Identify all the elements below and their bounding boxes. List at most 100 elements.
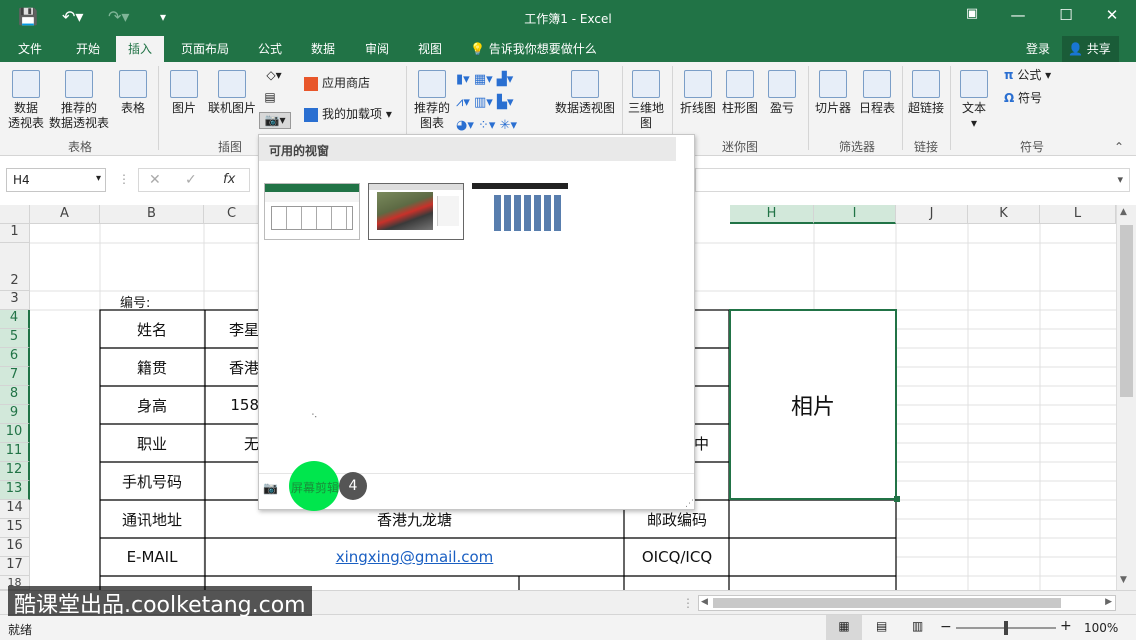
scroll-down-icon[interactable]: ▼ (1120, 575, 1127, 585)
tell-me-box[interactable]: 💡 告诉我你想要做什么 (470, 40, 597, 57)
row-header[interactable]: 1 (0, 224, 30, 243)
sparkline-column-button[interactable]: 柱形图 (720, 70, 760, 116)
row-header[interactable]: 11 (0, 443, 30, 462)
map3d-button[interactable]: 三维地 图 (626, 70, 666, 131)
row-header[interactable]: 16 (0, 538, 30, 557)
tab-insert[interactable]: 插入 (116, 36, 165, 62)
window-thumbnail-explorer[interactable] (472, 183, 568, 240)
cell-height-value[interactable]: 158 (205, 386, 259, 424)
cell-name-label[interactable]: 姓名 (100, 310, 204, 348)
column-header-a[interactable]: A (30, 205, 100, 224)
name-box-dropdown-icon[interactable]: ▾ (96, 173, 101, 184)
insert-function-icon[interactable]: fx (223, 172, 235, 187)
cancel-formula-icon[interactable]: ✕ (149, 172, 161, 188)
formula-input[interactable]: ▾ (695, 168, 1130, 192)
slicer-button[interactable]: 切片器 (812, 70, 854, 116)
row-header[interactable]: 15 (0, 519, 30, 538)
zoom-in-icon[interactable]: + (1060, 618, 1072, 634)
horizontal-scroll-thumb[interactable] (713, 598, 1061, 608)
picture-button[interactable]: 图片 (166, 70, 202, 116)
text-button[interactable]: 文本 ▾ (956, 70, 992, 131)
row-header[interactable]: 7 (0, 367, 30, 386)
zoom-level[interactable]: 100% (1084, 621, 1118, 635)
name-box[interactable]: H4 ▾ (6, 168, 106, 192)
tab-formulas[interactable]: 公式 (258, 40, 282, 57)
column-chart-icon[interactable]: ▮▾ (456, 72, 470, 87)
row-header[interactable]: 4 (0, 310, 30, 329)
smartart-button[interactable]: ▤ (260, 90, 280, 105)
symbol-button[interactable]: Ω 符号 (1004, 91, 1042, 106)
row-header[interactable]: 9 (0, 405, 30, 424)
select-all-corner[interactable] (0, 205, 30, 224)
online-picture-button[interactable]: 联机图片 (206, 70, 258, 116)
cell-height-label[interactable]: 身高 (100, 386, 204, 424)
screenshot-button[interactable]: 📷▾ (259, 112, 291, 129)
page-break-view-icon[interactable]: ▥ (912, 619, 923, 633)
column-header-l[interactable]: L (1040, 205, 1116, 224)
row-header[interactable]: 2 (0, 243, 30, 291)
row-header[interactable]: 17 (0, 557, 30, 576)
waterfall-chart-icon[interactable]: ▟▾ (497, 72, 514, 87)
line-chart-icon[interactable]: ⩘▾ (456, 95, 470, 110)
expand-formula-icon[interactable]: ▾ (1117, 173, 1123, 186)
column-header-j[interactable]: J (896, 205, 968, 224)
close-button[interactable]: ✕ (1092, 6, 1132, 24)
scatter-chart-icon[interactable]: ⁘▾ (478, 118, 495, 133)
pivot-table-button[interactable]: 数据 透视表 (6, 70, 46, 131)
row-header[interactable]: 10 (0, 424, 30, 443)
tab-data[interactable]: 数据 (311, 40, 335, 57)
column-header-c[interactable]: C (204, 205, 260, 224)
vertical-scrollbar[interactable]: ▲ ▼ (1116, 205, 1136, 590)
minimize-button[interactable]: — (998, 6, 1038, 24)
scroll-right-icon[interactable]: ▶ (1105, 597, 1112, 607)
cell-job-right[interactable]: 中 (694, 424, 728, 462)
vertical-scroll-thumb[interactable] (1120, 225, 1133, 397)
row-header[interactable]: 13 (0, 481, 30, 500)
window-thumbnail-excel[interactable] (264, 183, 360, 240)
collapse-ribbon-icon[interactable]: ⌃ (1114, 140, 1124, 154)
shapes-button[interactable]: ◇▾ (260, 68, 288, 83)
row-header[interactable]: 5 (0, 329, 30, 348)
column-header-k[interactable]: K (968, 205, 1040, 224)
ribbon-display-icon[interactable]: ▣ (952, 6, 992, 21)
cell-origin-label[interactable]: 籍贯 (100, 348, 204, 386)
sparkline-line-button[interactable]: 折线图 (678, 70, 718, 116)
row-header[interactable]: 3 (0, 291, 30, 310)
resize-grip-icon[interactable]: ⋰ (685, 499, 694, 509)
normal-view-icon[interactable]: ▦ (826, 615, 862, 640)
app-store-button[interactable]: 应用商店 (304, 76, 370, 91)
recommended-charts-button[interactable]: 推荐的 图表 (412, 70, 452, 131)
table-button[interactable]: 表格 (116, 70, 150, 116)
recommended-pivot-button[interactable]: 推荐的 数据透视表 (48, 70, 110, 131)
cell-job-label[interactable]: 职业 (100, 424, 204, 462)
radar-chart-icon[interactable]: ✳▾ (500, 118, 517, 133)
column-header-h[interactable]: H (730, 205, 814, 224)
zoom-slider-thumb[interactable] (1004, 621, 1008, 635)
pivot-chart-button[interactable]: 数据透视图 (552, 70, 618, 116)
cell-photo[interactable]: 相片 (731, 311, 895, 498)
row-header[interactable]: 6 (0, 348, 30, 367)
cell-email-label[interactable]: E-MAIL (100, 538, 204, 576)
combo-chart-icon[interactable]: ▙▾ (497, 95, 514, 110)
cell-origin-value[interactable]: 香港 (205, 348, 259, 386)
my-addins-button[interactable]: 我的加载项 ▾ (304, 107, 392, 122)
tab-page-layout[interactable]: 页面布局 (181, 40, 229, 57)
stat-chart-icon[interactable]: ▥▾ (474, 95, 493, 110)
tab-home[interactable]: 开始 (76, 40, 100, 57)
hyperlink-button[interactable]: 超链接 (906, 70, 946, 116)
row-header[interactable]: 12 (0, 462, 30, 481)
cell-phone-label[interactable]: 手机号码 (100, 462, 204, 500)
page-layout-view-icon[interactable]: ▤ (876, 619, 887, 633)
tab-file[interactable]: 文件 (18, 40, 42, 57)
hierarchy-chart-icon[interactable]: ▦▾ (474, 72, 493, 87)
pie-chart-icon[interactable]: ◕▾ (456, 118, 474, 133)
timeline-button[interactable]: 日程表 (856, 70, 898, 116)
equation-button[interactable]: π 公式 ▾ (1004, 68, 1051, 83)
cell-oicq-label[interactable]: OICQ/ICQ (625, 538, 729, 576)
enter-formula-icon[interactable]: ✓ (185, 172, 197, 188)
cell-name-value[interactable]: 李星 (205, 310, 259, 348)
column-header-i[interactable]: I (814, 205, 896, 224)
cell-address-label[interactable]: 通讯地址 (100, 500, 204, 538)
horizontal-scrollbar[interactable]: ◀ ▶ (698, 595, 1116, 611)
maximize-button[interactable]: ☐ (1046, 6, 1086, 24)
